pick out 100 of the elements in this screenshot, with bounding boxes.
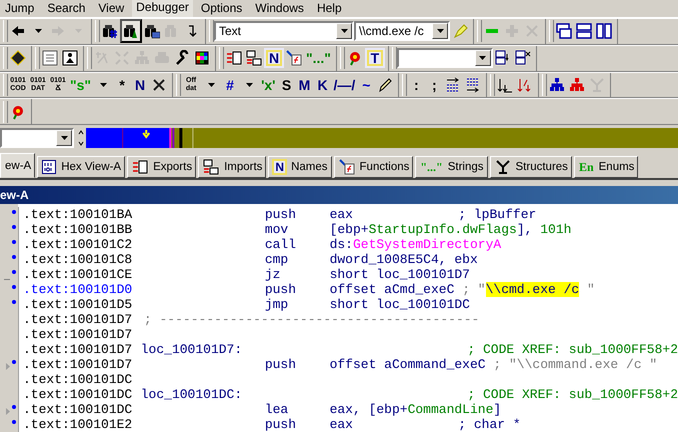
toolbar-button[interactable]: : [407,72,426,97]
mnemonic: call [264,237,298,252]
binoculars-icon [144,23,160,40]
tab[interactable]: ew-A [0,153,36,178]
wrench-icon [174,50,190,66]
dropdown-field[interactable] [0,128,74,148]
tab-label: Names [291,161,328,173]
windows-icon [596,23,612,40]
tab[interactable]: En Enums [574,156,638,178]
address: .text:100101D7 [23,312,134,327]
windows-icon [556,23,572,40]
code-label: loc_100101D7: [140,342,244,357]
dropdown-field[interactable]: Text [214,21,354,42]
toolbar-button[interactable]: S [278,72,296,97]
tab[interactable]: Hex View-A [37,156,126,178]
menu-item[interactable]: Options [196,0,248,17]
address: .text:100101E2 [23,417,134,432]
operands: eax [330,417,354,432]
operands: eax [330,207,354,222]
tree-icon [569,76,586,93]
binary-icon [42,160,56,174]
caret-icon [100,82,107,87]
menu-item[interactable]: Windows [250,0,309,17]
toolbar-button[interactable]: T [364,48,385,68]
tab[interactable]: N Names [268,156,332,178]
toolbar-button[interactable]: N [131,72,150,97]
toolbar-button[interactable] [120,19,142,44]
operands: short loc_100101DC [330,297,471,312]
menu-item[interactable]: Help [312,0,347,17]
mnemonic: jmp [264,297,290,312]
toolbar-button[interactable]: * [113,72,132,97]
person-icon [62,50,78,66]
menu-item[interactable]: View [93,0,130,17]
address: .text:100101CE [23,267,134,282]
flower-icon [10,104,26,120]
address: .text:100101C8 [23,252,134,267]
mnemonic: push [264,357,298,372]
caret-icon [74,29,82,34]
code-label: loc_100101DC: [140,387,244,402]
minus-icon [486,29,498,34]
caret-icon [436,29,444,34]
toolbar-button[interactable]: M [296,72,314,97]
tab[interactable]: Structures [490,156,572,178]
toolbar-button[interactable]: ~ [357,72,376,97]
operands: offset aCmd_exeC [330,282,456,297]
list-icon [226,50,242,66]
tab[interactable]: Exports [127,156,196,178]
toolbar-button[interactable]: ; [425,72,444,97]
tab[interactable]: "..." Strings [415,156,488,178]
sort-icon [445,76,462,93]
comment: ; lpBuffer [458,207,536,222]
tab-glyph: "..." [420,160,443,174]
menu-item[interactable]: Search [42,0,90,17]
arrows-icon [114,50,130,66]
toolbar-button[interactable]: /—/ [332,72,358,97]
tab-glyph: N [273,160,286,174]
address: .text:100101D7 [23,357,134,372]
address: .text:100101DC [23,387,134,402]
operands: short loc_100101D7 [330,267,471,282]
toolbar-button[interactable]: # [221,72,240,97]
tab-label: Strings [448,161,484,173]
tab-label: Functions [360,161,410,173]
mnemonic: push [264,282,298,297]
navigation-band[interactable] [76,128,678,148]
toolbar-button[interactable]: N [264,48,284,68]
caret-icon [340,29,348,34]
binoculars-icon [123,23,139,40]
comment: ; CODE XREF: sub_1000FF58+2 [467,342,678,357]
arrows-icon [497,76,514,93]
mnemonic: push [264,207,298,222]
tree-icon [549,76,566,93]
list-icon [203,159,220,175]
mnemonic: push [264,417,298,432]
operands: offset aCommand_exeC [330,357,487,372]
caret-icon [60,136,68,140]
menu-item[interactable]: Debugger [132,0,193,17]
tab[interactable]: Imports [198,156,266,178]
pencil-icon [377,76,394,93]
tab-glyph: En [578,160,594,174]
caret-icon [208,82,215,87]
tab-label: Imports [224,161,262,173]
function-icon [338,159,355,175]
caret-icon [246,82,253,87]
color-grid-icon [194,50,210,66]
tab-label: Hex View-A [61,161,122,173]
operands: eax, [ebp+CommandLine] [330,402,502,417]
caret-icon [34,29,42,34]
menu-item[interactable]: Jump [0,0,40,17]
tab[interactable]: Functions [334,156,414,178]
window-title: ew-A [0,186,678,204]
comment: ; "\\cmd.exe /c " [462,282,595,297]
toolbar-button[interactable]: K [314,72,332,97]
dropdown-field[interactable]: \\cmd.exe /c [354,21,450,42]
dropdown-field[interactable] [396,48,493,68]
mnemonic: cmp [264,252,290,267]
caret-icon [479,56,486,60]
tab-label: Exports [153,161,192,173]
binoculars-icon [102,23,118,40]
address: .text:100101BA [23,207,134,222]
address: .text:100101D7 [23,327,134,342]
